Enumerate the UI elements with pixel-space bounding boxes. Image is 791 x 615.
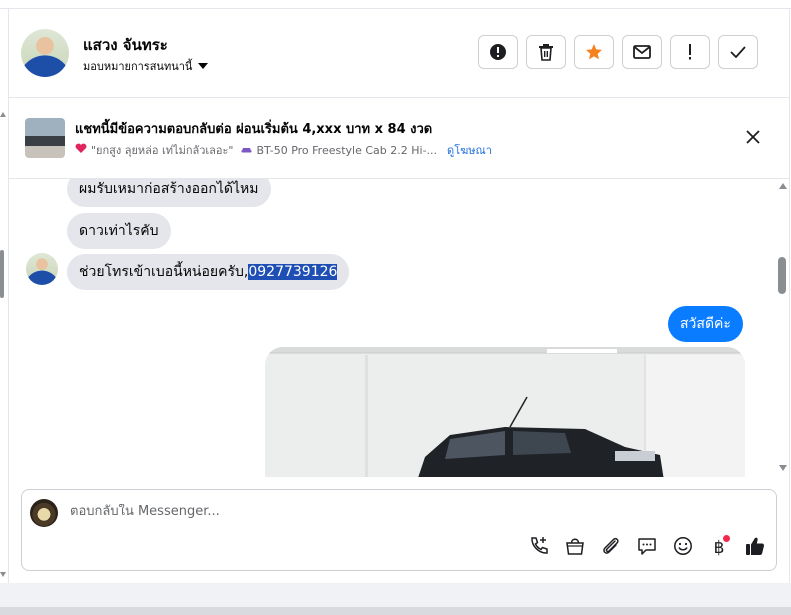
bottom-band [0, 583, 791, 607]
thumbs-up-icon [744, 535, 766, 561]
baht-icon: ฿ [713, 538, 725, 558]
ad-context-bar: แชทนี้มีข้อความตอบกลับต่อ ผ่อนเริ่มต้น 4… [9, 98, 789, 178]
check-icon [730, 46, 746, 58]
scroll-down-icon[interactable] [779, 465, 787, 471]
shop-button[interactable] [563, 536, 587, 560]
ad-thumbnail[interactable] [25, 118, 65, 158]
contact-avatar-small[interactable] [26, 253, 58, 285]
call-add-icon [528, 535, 550, 561]
contact-name[interactable]: แสวง จันทระ [83, 33, 168, 57]
done-button[interactable] [718, 35, 758, 69]
alert-circle-icon [489, 43, 507, 61]
delete-button[interactable] [526, 35, 566, 69]
reply-input[interactable] [70, 504, 670, 519]
thread-scrollbar[interactable] [776, 179, 789, 477]
star-icon [585, 43, 603, 61]
message-thread: ผมรับเหมาก่อสร้างออกได้ไหม ดาวเท่าไรคับ … [9, 179, 775, 477]
page-avatar [30, 499, 58, 527]
close-ad-button[interactable] [743, 128, 763, 148]
outgoing-message[interactable]: สวัสดีค่ะ [668, 306, 743, 342]
chat-bubble-icon [637, 536, 657, 560]
notification-dot [723, 535, 730, 542]
exclamation-icon [687, 43, 693, 61]
like-button[interactable] [743, 536, 767, 560]
reply-composer: ฿ [21, 489, 777, 571]
shopping-bag-icon [565, 536, 585, 560]
envelope-icon [633, 45, 651, 59]
ad-model: BT-50 Pro Freestyle Cab 2.2 Hi-... [256, 143, 438, 157]
incoming-message[interactable]: ผมรับเหมาก่อสร้างออกได้ไหม [67, 179, 271, 207]
star-button[interactable] [574, 35, 614, 69]
ad-title: แชทนี้มีข้อความตอบกลับต่อ ผ่อนเริ่มต้น 4… [75, 122, 433, 137]
paperclip-icon [600, 535, 622, 561]
attach-button[interactable] [599, 536, 623, 560]
right-border [789, 8, 790, 583]
scroll-up-icon[interactable] [779, 183, 787, 189]
chevron-down-icon [198, 63, 209, 69]
outer-scroll-down-icon[interactable] [0, 572, 6, 577]
report-button[interactable] [478, 35, 518, 69]
mark-unread-button[interactable] [622, 35, 662, 69]
trash-icon [538, 43, 554, 61]
heart-icon [75, 143, 87, 157]
assign-label: มอบหมายการสนทนานี้ [83, 60, 193, 73]
saved-replies-button[interactable] [635, 536, 659, 560]
assign-conversation-dropdown[interactable]: มอบหมายการสนทนานี้ [83, 57, 209, 75]
window-bottom-edge [0, 607, 791, 615]
outer-scrollbar-thumb[interactable] [0, 250, 4, 298]
thread-scrollbar-thumb[interactable] [778, 257, 786, 294]
emoji-icon [673, 536, 693, 560]
incoming-message[interactable]: ช่วยโทรเข้าเบอนี้หน่อยครับ,0927739126 [67, 254, 350, 290]
conversation-header: แสวง จันทระ มอบหมายการสนทนานี้ [9, 9, 789, 97]
emoji-button[interactable] [671, 536, 695, 560]
ad-quote: "ยกสูง ลุยหล่อ เท่ไม่กลัวเลอะ" [91, 144, 234, 157]
outer-scroll-up-icon[interactable] [0, 112, 6, 117]
message-text: ช่วยโทรเข้าเบอนี้หน่อยครับ, [79, 264, 249, 280]
payment-button[interactable]: ฿ [707, 535, 731, 560]
car-photo-attachment[interactable] [265, 347, 745, 477]
call-add-button[interactable] [527, 536, 551, 560]
close-icon [746, 129, 760, 148]
incoming-message[interactable]: ดาวเท่าไรคับ [67, 213, 171, 249]
spam-button[interactable] [670, 35, 710, 69]
car-icon [241, 144, 252, 157]
phone-number[interactable]: 0927739126 [248, 264, 338, 280]
ad-subtitle: "ยกสูง ลุยหล่อ เท่ไม่กลัวเลอะ" BT-50 Pro… [75, 141, 492, 159]
contact-avatar[interactable] [21, 29, 69, 77]
view-ad-link[interactable]: ดูโฆษณา [447, 141, 492, 159]
